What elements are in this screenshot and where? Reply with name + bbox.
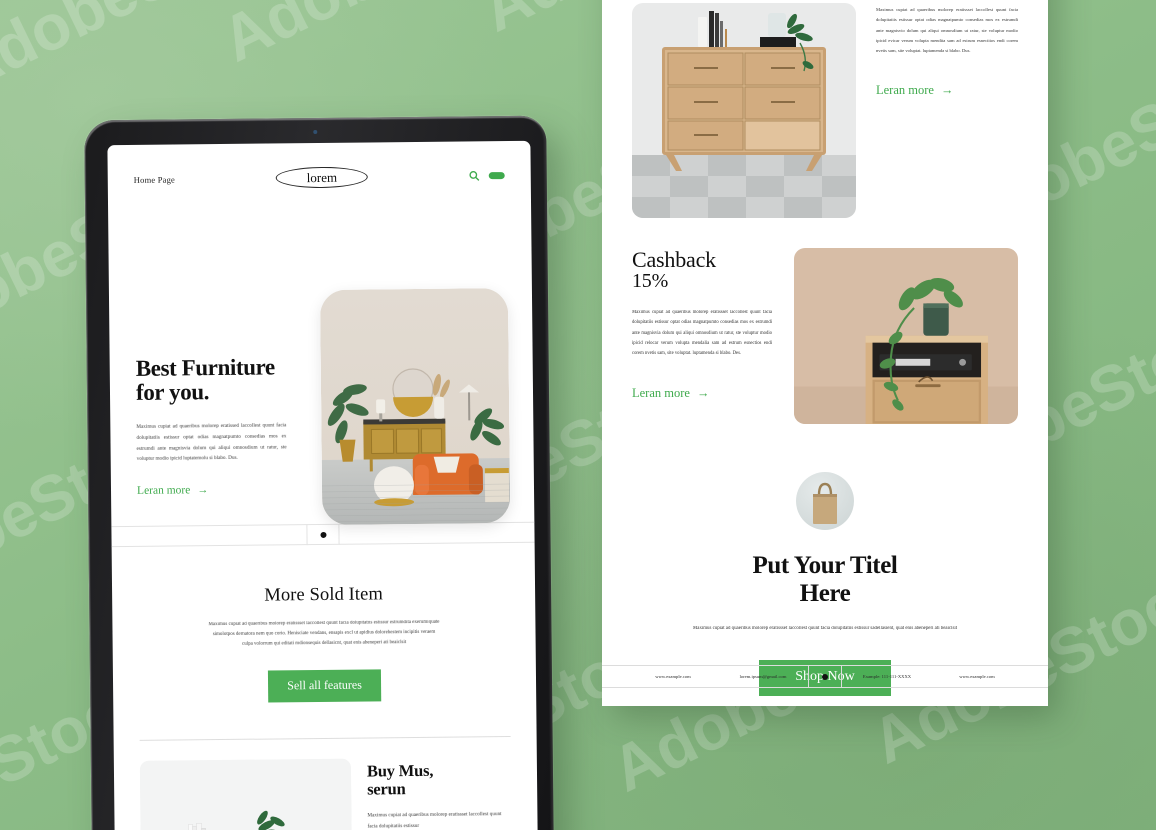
buy-title-line1: Buy Mus, [366,760,434,781]
tablet-hero-section: Best Furniture for you. Maximus cupiat a… [108,186,534,525]
carousel-spacer-right [339,532,534,534]
cashback-title: Cashback 15% [632,248,772,292]
tablet-screen: Home Page lorem Best Furniture for you. … [107,140,538,830]
carousel-active-dot-icon[interactable] [319,531,327,538]
cta-title: Put Your Titel Here [642,552,1008,608]
hero-copy: Best Furniture for you. Maximus cupiat a… [135,354,313,499]
dresser-learn-more-link[interactable]: Leran more → [876,83,953,98]
buy-title-line2: serun [367,779,406,799]
hero-image [319,288,511,525]
tablet-navbar: Home Page lorem [107,141,530,190]
nav-link-home-page[interactable]: Home Page [134,174,175,184]
cta-title-line1: Put Your Titel [752,552,898,579]
tote-bag-icon [813,482,837,524]
footer-email-link[interactable]: lorem.ipsum@gmail.com [718,674,808,679]
page-footer: www.example.com lorem.ipsum@gmail.com Ex… [602,665,1048,688]
buy-section-title: Buy Mus, serun [367,761,511,799]
cta-body-text: Maximus cupiat ad quaeribus molorep erat… [692,626,958,631]
hero-title-line1: Best Furniture [135,354,275,381]
cta-section: Put Your Titel Here Maximus cupiat ad qu… [602,424,1048,696]
camera-dot-icon [313,129,318,135]
web-page-mockup: Maximus cupiat ad quaeribus molorep erat… [602,0,1048,706]
footer-dot-cell[interactable] [808,665,842,688]
tote-bag-avatar [796,472,854,530]
cashback-body-text: Maximus cupiat ad quaeribus molorep erat… [632,310,772,357]
hero-learn-more-link[interactable]: Leran more → [137,484,208,497]
buy-section: Buy Mus, serun Maximus cupiat ad quaerib… [114,737,538,830]
sell-all-features-button[interactable]: Sell all features [268,669,382,703]
hero-title: Best Furniture for you. [135,354,312,406]
nav-icon-group [469,170,505,181]
buy-section-copy: Buy Mus, serun Maximus cupiat ad quaerib… [367,757,512,830]
cashback-percent: 15% [632,270,669,293]
arrow-right-icon: → [696,385,710,400]
hero-learn-more-label: Leran more [136,484,191,497]
more-sold-title: More Sold Item [264,584,384,606]
dresser-section: Maximus cupiat ad quaeribus molorep erat… [602,0,1048,218]
cashback-section: Cashback 15% Maximus cupiat ad quaeribus… [602,218,1048,424]
carousel-spacer-left [111,535,306,537]
dresser-image [632,3,856,218]
carousel-dot-cell[interactable] [306,523,340,546]
more-sold-body: Maximus cupiat ad quaeribus molorep erat… [208,619,440,647]
cashback-title-text: Cashback [632,247,716,272]
more-sold-section: More Sold Item Maximus cupiat ad quaerib… [112,543,537,704]
hero-body-text: Maximus cupiat ad quaeribus molorep erat… [136,422,287,463]
footer-dot-icon [822,673,828,680]
cta-title-line2: Here [799,580,851,607]
site-logo[interactable]: lorem [275,166,369,189]
buy-section-image [139,758,353,830]
footer-website-link[interactable]: www.example.com [628,674,718,679]
dresser-body-text: Maximus cupiat ad quaeribus molorep erat… [876,7,1018,54]
arrow-right-icon: → [940,82,954,97]
dresser-learn-more-label: Leran more [876,82,934,97]
cashback-learn-more-label: Leran more [632,385,690,400]
nightstand-image [794,248,1018,424]
menu-pill-icon[interactable] [488,172,505,180]
buy-section-body: Maximus cupiat ad quaeribus molorep erat… [367,811,502,830]
footer-website-link-2[interactable]: www.example.com [932,674,1022,679]
search-icon[interactable] [469,170,480,181]
hero-title-line2: for you. [135,379,210,406]
cashback-learn-more-link[interactable]: Leran more → [632,386,709,401]
footer-phone-text: Example: 111-111-XXXX [862,674,912,679]
arrow-right-icon: → [197,484,209,497]
cashback-copy: Cashback 15% Maximus cupiat ad quaeribus… [632,248,772,424]
tablet-device-mockup: Home Page lorem Best Furniture for you. … [84,115,554,830]
dresser-copy: Maximus cupiat ad quaeribus molorep erat… [876,3,1018,218]
